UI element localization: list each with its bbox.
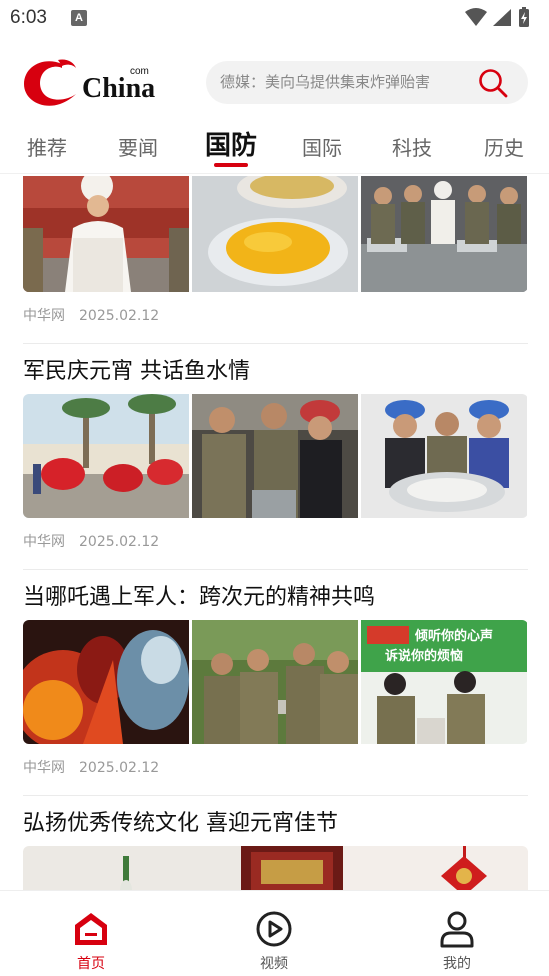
article-meta: 中华网 2025.02.12 xyxy=(23,744,528,792)
status-bar: 6:03 A xyxy=(0,0,549,38)
china-com-logo[interactable]: China com xyxy=(22,56,162,110)
thumbnail-lion-dance[interactable] xyxy=(23,394,189,518)
article-source: 中华网 xyxy=(23,760,65,776)
home-icon xyxy=(75,913,107,945)
thumbnail-soldiers-kitchen[interactable] xyxy=(361,176,527,292)
channel-tabs: 推荐 要闻 国防 国际 科技 历史 xyxy=(0,124,549,174)
article-card[interactable]: 军民庆元宵 共话鱼水情 中华网 2025.02.12 xyxy=(23,350,528,566)
battery-icon xyxy=(519,7,529,27)
article-title[interactable]: 军民庆元宵 共话鱼水情 xyxy=(23,350,528,394)
article-date: 2025.02.12 xyxy=(79,308,160,324)
nav-video-label: 视频 xyxy=(260,956,288,972)
article-thumbnails[interactable] xyxy=(23,846,528,890)
signal-icon xyxy=(493,9,511,26)
thumbnail-chinese-knot[interactable] xyxy=(343,846,528,890)
article-source: 中华网 xyxy=(23,534,65,550)
search-placeholder[interactable]: 德媒：美向乌提供集束炸弹贻害 xyxy=(220,61,470,104)
divider xyxy=(23,569,528,570)
article-meta: 中华网 2025.02.12 xyxy=(23,292,528,340)
thumbnail-nezha-fire[interactable] xyxy=(23,620,189,744)
article-date: 2025.02.12 xyxy=(79,760,160,776)
article-card[interactable]: 弘扬优秀传统文化 喜迎元宵佳节 xyxy=(23,802,528,890)
nav-profile-label: 我的 xyxy=(443,956,471,972)
profile-icon xyxy=(440,911,474,948)
svg-text:China: China xyxy=(82,73,155,104)
article-card[interactable]: 当哪吒遇上军人：跨次元的精神共鸣 倾听你的心声 诉说你的烦恼 中华网 2025.… xyxy=(23,576,528,792)
video-play-icon xyxy=(256,911,292,947)
svg-text:诉说你的烦恼: 诉说你的烦恼 xyxy=(385,648,463,664)
article-thumbnails[interactable] xyxy=(23,394,528,518)
status-time: 6:03 xyxy=(10,7,47,28)
notification-a-icon: A xyxy=(71,10,87,26)
article-date: 2025.02.12 xyxy=(79,534,160,550)
nav-home[interactable]: 首页 xyxy=(51,909,131,973)
article-meta: 中华网 2025.02.12 xyxy=(23,518,528,566)
article-title[interactable]: 弘扬优秀传统文化 喜迎元宵佳节 xyxy=(23,802,528,846)
tab-international[interactable]: 国际 xyxy=(299,124,345,172)
thumbnail-red-curtain[interactable] xyxy=(241,846,343,890)
svg-text:com: com xyxy=(130,66,149,77)
search-icon[interactable] xyxy=(478,68,508,98)
news-feed[interactable]: 中华网 2025.02.12 军民庆元宵 共话鱼水情 中华网 2025.02.1… xyxy=(0,176,549,890)
thumbnail-chef-dumplings[interactable] xyxy=(23,176,189,292)
header: China com 德媒：美向乌提供集束炸弹贻害 xyxy=(0,52,549,114)
tab-technology[interactable]: 科技 xyxy=(389,124,435,172)
nav-home-label: 首页 xyxy=(77,956,105,972)
tab-headlines[interactable]: 要闻 xyxy=(115,124,161,172)
thumbnail-soldiers-outdoor[interactable] xyxy=(192,620,358,744)
thumbnail-counseling-room[interactable]: 倾听你的心声 诉说你的烦恼 xyxy=(361,620,527,744)
tab-history[interactable]: 历史 xyxy=(481,124,527,172)
article-card[interactable]: 中华网 2025.02.12 xyxy=(23,176,528,340)
bottom-navigation: 首页 视频 我的 xyxy=(0,890,549,976)
thumbnail-festival-room[interactable] xyxy=(23,846,241,890)
article-thumbnails[interactable]: 倾听你的心声 诉说你的烦恼 xyxy=(23,620,528,744)
article-source: 中华网 xyxy=(23,308,65,324)
status-icons xyxy=(463,7,539,29)
thumbnail-making-rice-balls[interactable] xyxy=(361,394,527,518)
article-thumbnails[interactable] xyxy=(23,176,528,292)
nav-profile[interactable]: 我的 xyxy=(417,909,497,973)
svg-text:倾听你的心声: 倾听你的心声 xyxy=(414,628,493,644)
active-tab-indicator xyxy=(214,163,248,167)
article-title[interactable]: 当哪吒遇上军人：跨次元的精神共鸣 xyxy=(23,576,528,620)
tab-recommend[interactable]: 推荐 xyxy=(24,124,70,172)
search-bar[interactable]: 德媒：美向乌提供集束炸弹贻害 xyxy=(206,61,528,104)
divider xyxy=(23,795,528,796)
thumbnail-soldiers-with-locals[interactable] xyxy=(192,394,358,518)
nav-video[interactable]: 视频 xyxy=(234,909,314,973)
wifi-icon xyxy=(465,8,487,26)
thumbnail-mango-bowl[interactable] xyxy=(192,176,358,292)
divider xyxy=(23,343,528,344)
